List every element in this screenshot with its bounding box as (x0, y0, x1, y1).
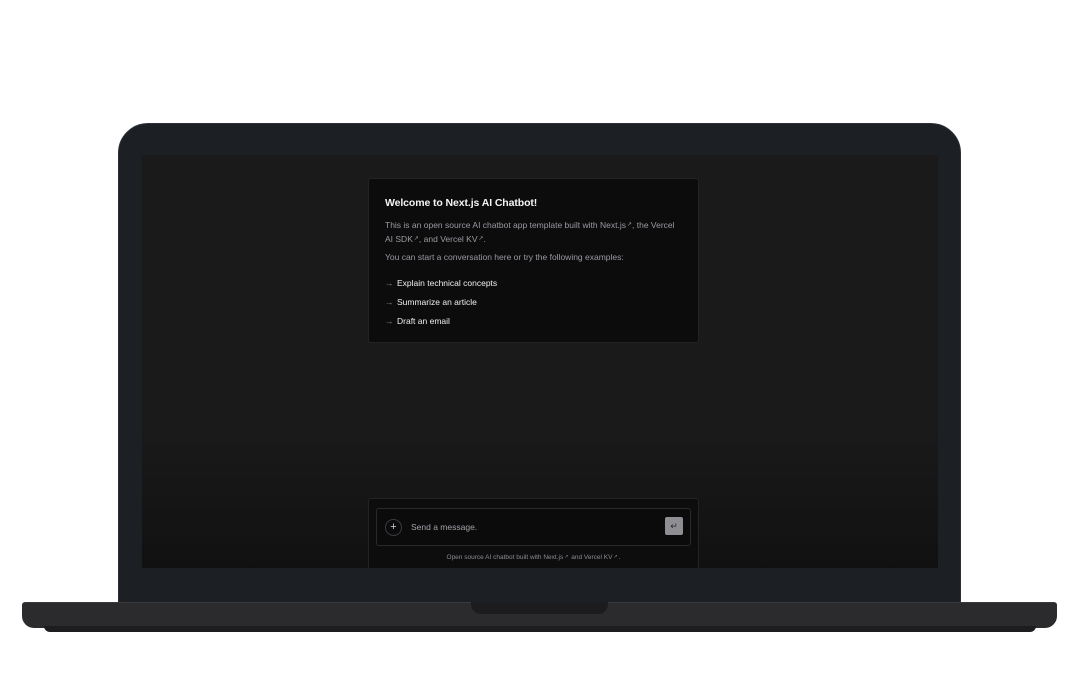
footer-text: . (618, 554, 621, 561)
footer-vercel-kv-link[interactable]: Vercel KV↗ (584, 554, 619, 561)
welcome-intro: This is an open source AI chatbot app te… (385, 218, 682, 246)
laptop-base-shadow (44, 626, 1036, 632)
welcome-prompt: You can start a conversation here or try… (385, 252, 624, 262)
external-link-icon: ↗ (613, 554, 618, 560)
example-draft-an-email[interactable]: → Draft an email (385, 311, 682, 330)
message-input[interactable] (411, 520, 651, 534)
external-link-icon: ↗ (564, 554, 569, 560)
composer-panel: + ↵ Open source AI chatbot built with Ne… (368, 498, 699, 568)
intro-text: , and (418, 234, 441, 244)
vercel-kv-link[interactable]: Vercel KV↗ (440, 234, 483, 244)
intro-text: This is an open source AI chatbot app te… (385, 220, 600, 230)
example-list: → Explain technical concepts → Summarize… (385, 273, 682, 330)
example-label: Explain technical concepts (397, 277, 498, 288)
footer-text: and (569, 554, 584, 561)
intro-text: . (483, 234, 486, 244)
laptop-hinge-notch (471, 602, 608, 614)
footer-nextjs-link[interactable]: Next.js↗ (543, 554, 569, 561)
intro-text: , the (632, 220, 651, 230)
footer-note: Open source AI chatbot built with Next.j… (369, 554, 698, 561)
nextjs-link-label: Next.js (600, 220, 626, 230)
plus-icon: + (390, 521, 397, 533)
vercel-kv-link-label: Vercel KV (440, 234, 478, 244)
example-explain-technical-concepts[interactable]: → Explain technical concepts (385, 273, 682, 292)
footer-nextjs-link-label: Next.js (543, 554, 564, 561)
arrow-right-icon: → (385, 296, 394, 307)
page: Welcome to Next.js AI Chatbot! This is a… (0, 0, 1080, 686)
footer-text: Open source AI chatbot built with (446, 554, 544, 561)
arrow-right-icon: → (385, 315, 394, 326)
welcome-title: Welcome to Next.js AI Chatbot! (385, 197, 538, 209)
send-button[interactable]: ↵ (665, 517, 683, 535)
enter-icon: ↵ (670, 521, 678, 531)
arrow-right-icon: → (385, 277, 394, 288)
nextjs-link[interactable]: Next.js↗ (600, 220, 632, 230)
example-label: Draft an email (397, 315, 450, 326)
example-label: Summarize an article (397, 296, 477, 307)
message-input-box: + ↵ (376, 508, 691, 546)
app-screen: Welcome to Next.js AI Chatbot! This is a… (142, 155, 938, 568)
welcome-card: Welcome to Next.js AI Chatbot! This is a… (368, 178, 699, 343)
new-chat-button[interactable]: + (385, 519, 402, 536)
footer-vercel-kv-link-label: Vercel KV (583, 554, 613, 561)
example-summarize-an-article[interactable]: → Summarize an article (385, 292, 682, 311)
